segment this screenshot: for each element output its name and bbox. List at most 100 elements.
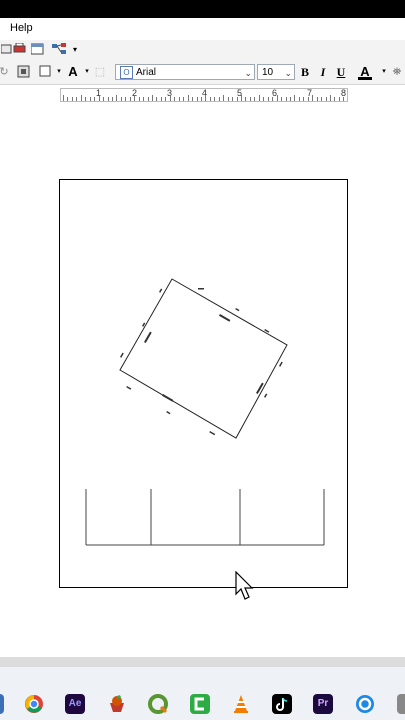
dimension-mark: [209, 430, 216, 436]
menu-bar: Help: [0, 18, 405, 40]
chrome-icon[interactable]: [24, 694, 44, 714]
ruler-tick: [312, 95, 314, 101]
ruler-tick: [134, 95, 136, 101]
tiktok-icon[interactable]: [272, 694, 292, 714]
rectangle-dropdown-icon[interactable]: ▾: [52, 65, 66, 79]
fill-color-icon[interactable]: ⛯: [390, 65, 404, 79]
ruler-tick: [138, 97, 140, 101]
cupcake-icon[interactable]: [107, 694, 127, 714]
font-size-select[interactable]: 10 ⌄: [257, 64, 295, 80]
ruler-tick: [183, 97, 185, 101]
ruler-tick: [232, 97, 234, 101]
premiere-icon[interactable]: Pr: [313, 694, 333, 714]
ruler-tick: [334, 97, 336, 101]
parcel-dimension-marks: [120, 288, 283, 436]
ruler-tick: [152, 95, 153, 101]
ruler-tick: [209, 97, 211, 101]
ruler-tick: [294, 95, 296, 101]
ruler-tick: [236, 97, 238, 101]
ruler-tick: [94, 97, 96, 101]
ruler-tick: [85, 97, 87, 101]
ruler-tick: [307, 97, 309, 101]
ruler-tick: [263, 97, 265, 101]
parcel-polygon[interactable]: [119, 278, 288, 439]
text-dropdown-icon[interactable]: ▾: [80, 65, 94, 79]
ruler-tick: [258, 95, 260, 101]
bold-button[interactable]: B: [298, 65, 312, 80]
ruler-tick: [80, 95, 82, 101]
mouse-pointer-icon: [235, 571, 254, 600]
title-block-frame[interactable]: [85, 489, 325, 546]
ruler-bar: 1 2 3 4 5 6 7 8: [0, 85, 405, 105]
chevron-down-icon: ⌄: [244, 68, 252, 78]
font-color-dropdown-icon[interactable]: ▾: [377, 65, 391, 79]
ruler-tick: [125, 97, 127, 101]
ruler-tick: [218, 97, 220, 101]
taskbar-app-edge-icon[interactable]: [397, 694, 405, 714]
map-drawing: [85, 278, 325, 546]
text-icon[interactable]: A: [66, 65, 80, 79]
ruler-tick: [289, 97, 291, 101]
ruler-tick: [249, 97, 251, 101]
ruler-tick: [89, 97, 91, 101]
ruler-tick: [321, 97, 323, 101]
ruler-tick: [338, 97, 340, 101]
dimension-mark: [144, 331, 152, 343]
ruler-tick: [316, 97, 318, 101]
ruler-tick: [169, 95, 171, 101]
ruler-tick: [187, 95, 189, 101]
underline-button[interactable]: U: [334, 65, 348, 80]
ruler-tick: [330, 95, 331, 101]
ruler-tick: [205, 95, 207, 101]
tree-view-icon[interactable]: [52, 43, 66, 57]
rotate-icon[interactable]: ↻: [0, 65, 11, 79]
font-name-select[interactable]: O Arial ⌄: [115, 64, 255, 80]
ruler-tick: [196, 97, 198, 101]
chevron-down-icon: ⌄: [284, 68, 292, 78]
layout-page[interactable]: [59, 179, 348, 588]
ruler-tick: [192, 97, 194, 101]
ruler-tick: [107, 97, 109, 101]
camtasia-icon[interactable]: [190, 694, 210, 714]
ruler-tick: [98, 95, 100, 101]
ruler-tick: [325, 97, 327, 101]
dimension-mark: [264, 393, 268, 398]
taskbar: Ae Pr: [0, 667, 405, 720]
app-icon[interactable]: [355, 694, 375, 714]
ruler-tick: [298, 97, 300, 101]
ruler-tick: [343, 97, 345, 101]
font-color-button[interactable]: A: [358, 65, 372, 80]
top-black-band: [0, 0, 405, 18]
vlc-icon[interactable]: [231, 694, 251, 714]
ruler-tick: [200, 97, 202, 101]
status-bar: [0, 657, 405, 667]
ruler-tick: [276, 95, 278, 101]
formatting-toolbar: ↻ ▾ A ▾ ⬚ O Arial ⌄ 10 ⌄ B I U A ▾ ⛯: [0, 62, 405, 85]
callout-icon[interactable]: ⬚: [93, 65, 107, 79]
print-icon[interactable]: [12, 42, 26, 57]
ruler-tick: [165, 97, 167, 101]
ruler-tick: [223, 95, 225, 101]
horizontal-ruler[interactable]: 1 2 3 4 5 6 7 8: [60, 88, 348, 102]
menu-help[interactable]: Help: [10, 22, 33, 34]
ruler-tick: [241, 95, 242, 101]
italic-button[interactable]: I: [316, 65, 330, 80]
after-effects-icon[interactable]: Ae: [65, 694, 85, 714]
ruler-tick: [156, 97, 158, 101]
toolbar-overflow-icon[interactable]: ▾: [68, 43, 82, 57]
ruler-tick: [63, 95, 64, 101]
layout-canvas[interactable]: [0, 106, 405, 656]
ruler-tick: [71, 97, 73, 101]
font-type-icon: O: [120, 65, 133, 79]
ruler-tick: [267, 97, 269, 101]
ruler-tick: [103, 97, 105, 101]
dimension-mark: [279, 361, 283, 367]
select-elements-icon[interactable]: [16, 65, 30, 79]
font-name-value: Arial: [136, 67, 157, 78]
rectangle-icon[interactable]: [38, 65, 52, 79]
ruler-tick: [129, 97, 131, 101]
ruler-tick: [143, 97, 145, 101]
qgis-icon[interactable]: [148, 694, 168, 714]
page-setup-icon[interactable]: [30, 43, 44, 57]
taskbar-app-edge-icon[interactable]: [0, 694, 4, 714]
